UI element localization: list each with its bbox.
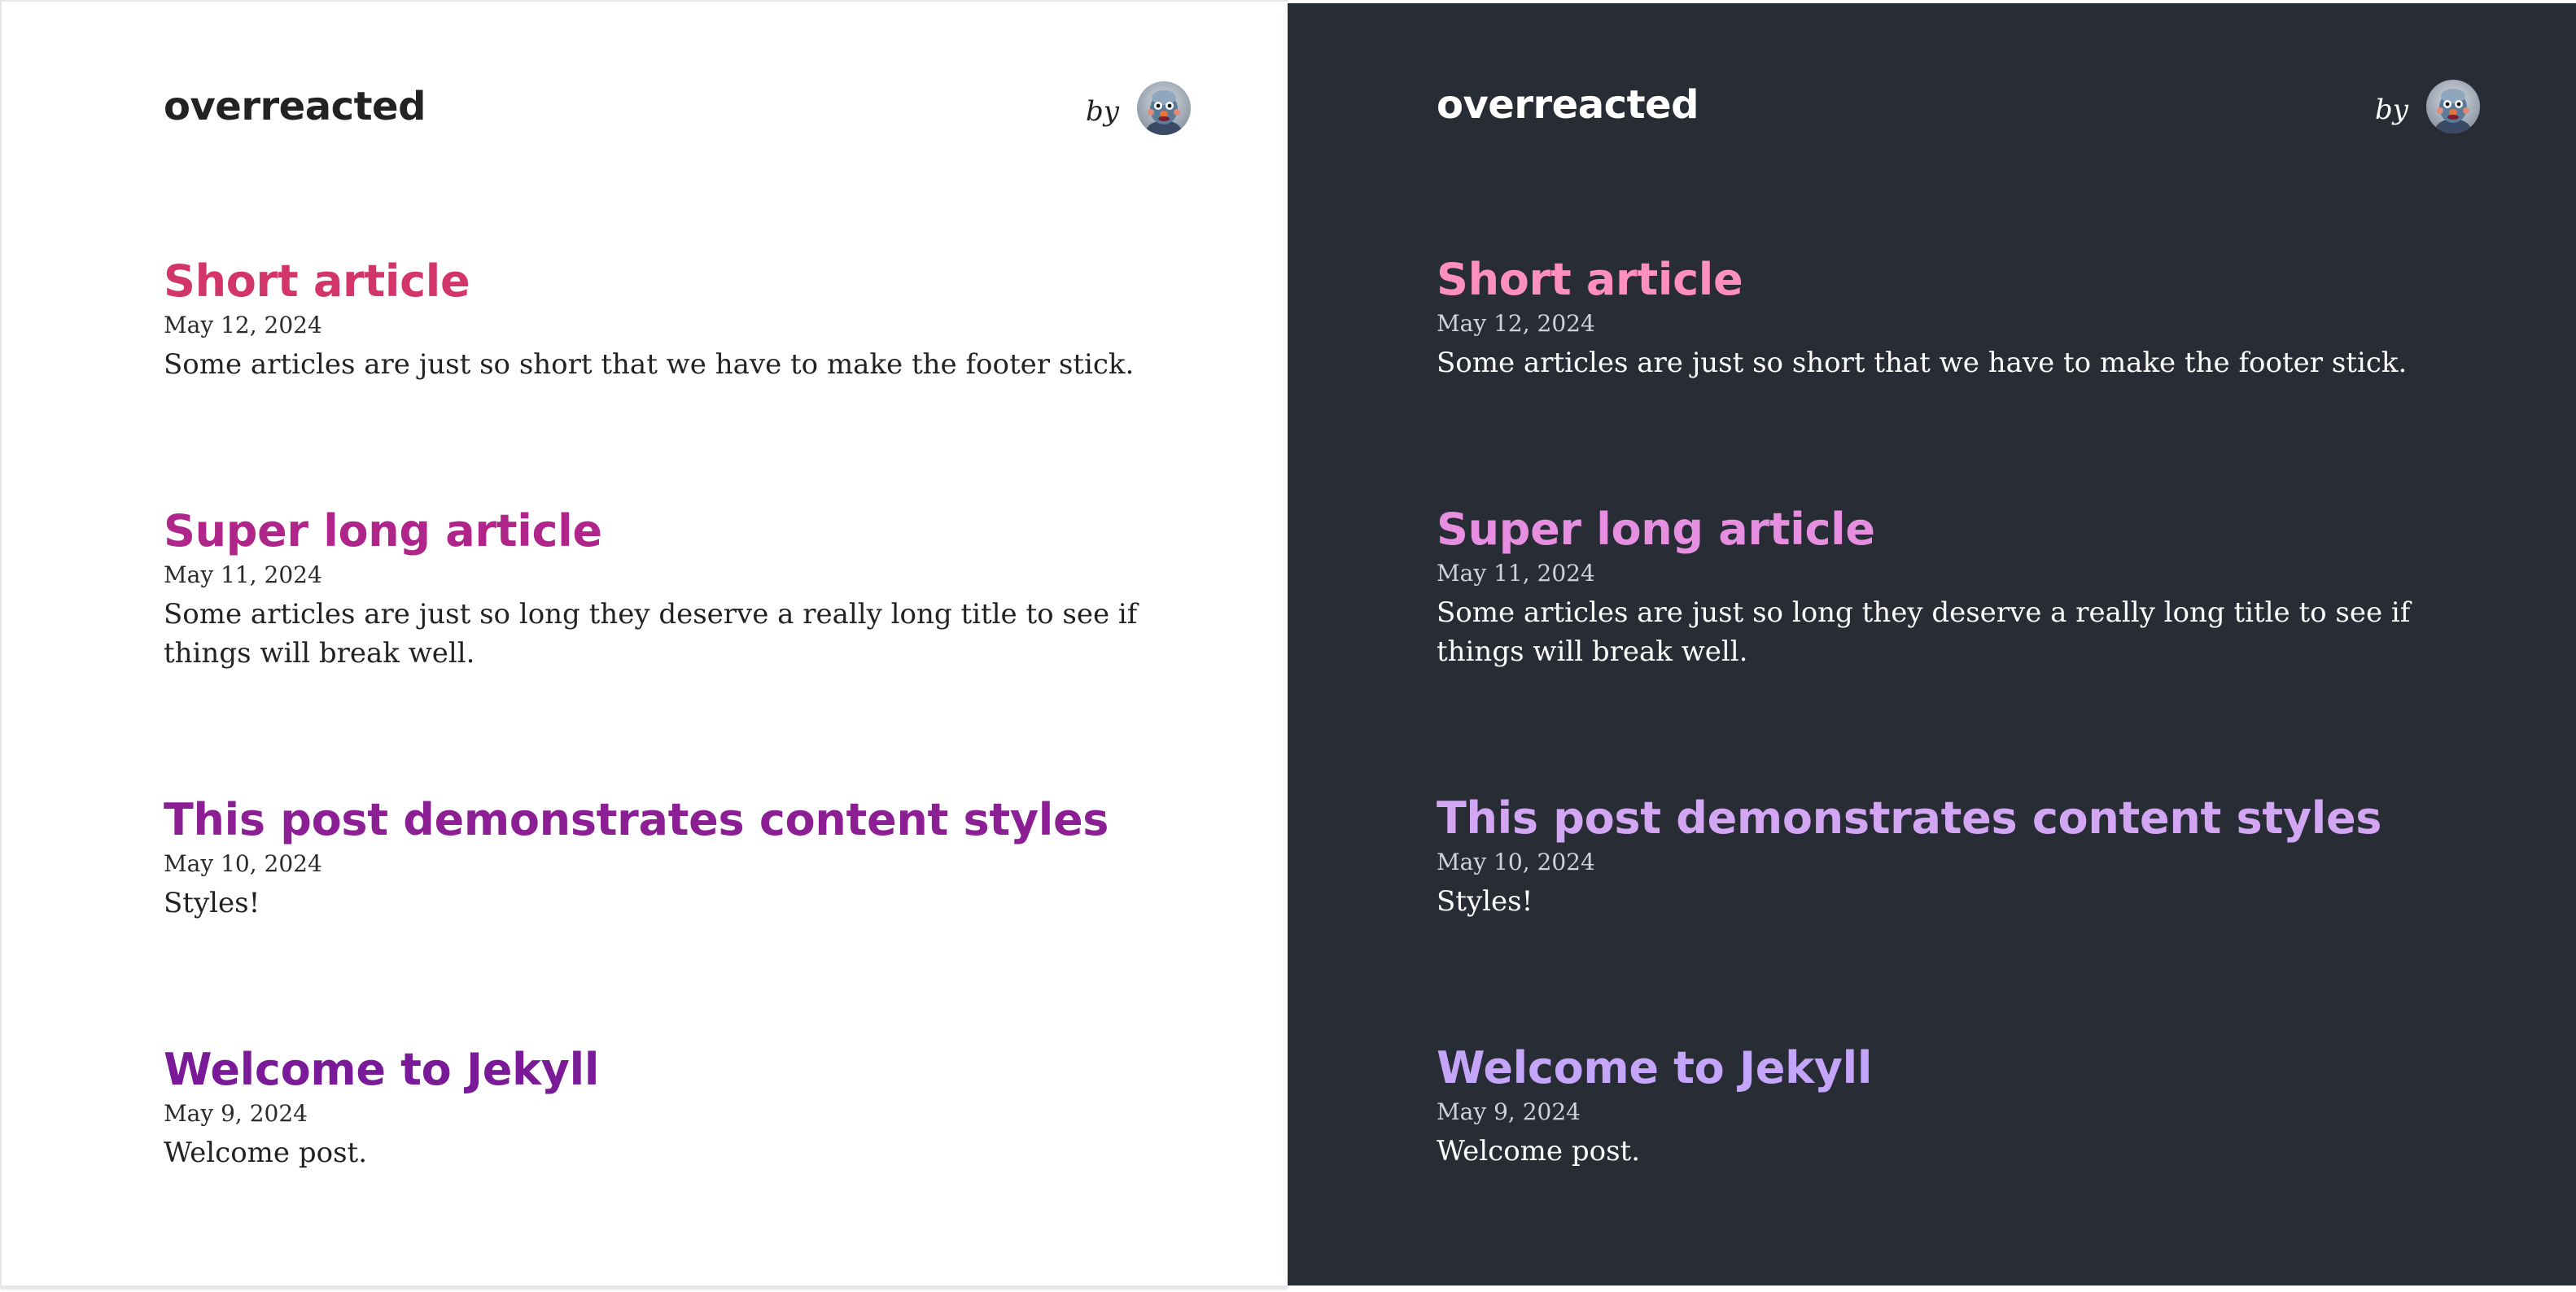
post-title-link[interactable]: Short article [1437,254,2464,306]
post-excerpt: Some articles are just so short that we … [1437,347,2408,379]
post-item: Short article May 12, 2024 Some articles… [164,255,1191,384]
post-date: May 12, 2024 [1437,310,1595,337]
post-date: May 9, 2024 [1437,1098,1581,1125]
site-title-link[interactable]: overreacted [1437,81,1699,129]
site-title-link[interactable]: overreacted [164,83,426,130]
post-date: May 10, 2024 [1437,849,1595,875]
post-item: Welcome to Jekyll May 9, 2024 Welcome po… [1437,1042,2464,1171]
post-excerpt: Some articles are just so long they dese… [164,598,1138,670]
post-date: May 11, 2024 [164,561,322,588]
byline: by [2375,78,2480,135]
light-theme-panel: overreacted by Short article May 12, 202… [0,0,1288,1287]
dark-theme-panel: overreacted by Short article May 12, 202… [1288,3,2576,1285]
post-item: This post demonstrates content styles Ma… [164,794,1191,923]
post-title-link[interactable]: Super long article [164,505,1191,557]
post-title-link[interactable]: This post demonstrates content styles [164,794,1191,846]
byline: by [1086,80,1191,137]
post-date: May 11, 2024 [1437,560,1595,587]
author-avatar[interactable] [1137,81,1191,135]
post-title-link[interactable]: Welcome to Jekyll [1437,1042,2464,1094]
post-excerpt: Styles! [164,887,260,919]
post-item: This post demonstrates content styles Ma… [1437,792,2464,921]
screenshot-stage: overreacted by Short article May 12, 202… [0,0,2576,1292]
post-excerpt: Styles! [1437,885,1533,918]
post-excerpt: Some articles are just so short that we … [164,348,1135,381]
byline-text: by [1086,95,1119,128]
author-avatar[interactable] [2426,80,2480,133]
post-excerpt: Welcome post. [164,1137,368,1169]
post-item: Welcome to Jekyll May 9, 2024 Welcome po… [164,1044,1191,1172]
post-date: May 12, 2024 [164,312,322,338]
post-excerpt: Welcome post. [1437,1135,1641,1168]
post-date: May 9, 2024 [164,1100,308,1127]
post-title-link[interactable]: Welcome to Jekyll [164,1044,1191,1096]
post-title-link[interactable]: This post demonstrates content styles [1437,792,2464,845]
post-item: Super long article May 11, 2024 Some art… [164,505,1191,673]
post-item: Super long article May 11, 2024 Some art… [1437,504,2464,671]
byline-text: by [2375,94,2408,126]
post-excerpt: Some articles are just so long they dese… [1437,596,2411,668]
post-title-link[interactable]: Super long article [1437,504,2464,556]
post-item: Short article May 12, 2024 Some articles… [1437,254,2464,382]
post-date: May 10, 2024 [164,850,322,877]
site-header: overreacted by [1437,78,2480,143]
site-header: overreacted by [164,80,1191,145]
post-title-link[interactable]: Short article [164,255,1191,308]
